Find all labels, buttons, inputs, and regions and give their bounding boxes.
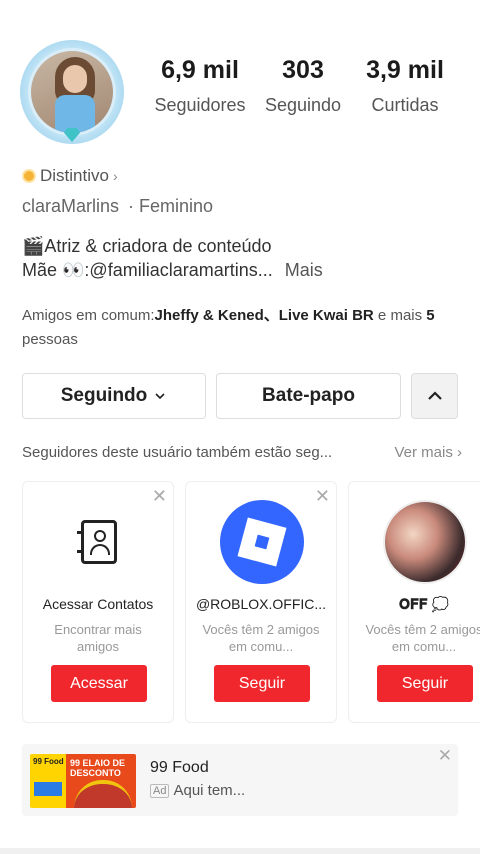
follow-button[interactable]: Seguir	[214, 665, 310, 702]
chat-button-label: Bate-papo	[262, 385, 355, 406]
chevron-right-icon: ›	[112, 168, 118, 184]
badge-icon	[22, 169, 36, 183]
card-name: 𝐎𝐅𝐅 💭	[399, 596, 449, 612]
suggestion-card-contacts: ✕ Acessar Contatos Encontrar mais amigos…	[22, 481, 174, 723]
following-button-label: Seguindo	[60, 385, 148, 406]
username-row: claraMarlins · Feminino	[22, 196, 213, 217]
ad-subtitle: Aqui tem...	[173, 782, 246, 799]
likes-label: Curtidas	[371, 95, 439, 115]
mutual-prefix: Amigos em comum:	[22, 307, 155, 324]
mutual-names: Jheffy & Kened、Live Kwai BR	[154, 307, 374, 324]
bio-line-2[interactable]: Mãe 👀:@familiaclaramartins...	[22, 260, 273, 280]
suggestions-header: Seguidores deste usuário também estão se…	[22, 444, 462, 461]
username: claraMarlins	[22, 196, 120, 216]
chat-button[interactable]: Bate-papo	[216, 373, 401, 419]
chevron-right-icon: ›	[457, 444, 462, 461]
following-count: 303	[282, 56, 324, 84]
card-name: Acessar Contatos	[42, 596, 154, 612]
mutual-count: 5	[426, 307, 435, 324]
ad-banner[interactable]: 99 Food 99 ELAIO DE DESCONTO 99 Food Ad …	[22, 744, 458, 816]
bio-more-link[interactable]: Mais	[285, 260, 323, 280]
off-avatar[interactable]	[383, 500, 467, 584]
followers-stat[interactable]: 6,9 mil Seguidores	[150, 56, 250, 116]
ad-image: 99 Food 99 ELAIO DE DESCONTO	[30, 754, 136, 808]
bottom-divider	[0, 848, 480, 854]
card-subtitle: Vocês têm 2 amigos em comu...	[365, 622, 480, 654]
roblox-avatar[interactable]	[220, 500, 304, 584]
avatar-image	[28, 48, 116, 136]
ad-subtitle-row: Ad Aqui tem...	[150, 782, 245, 799]
following-button[interactable]: Seguindo	[22, 373, 206, 419]
bio-line-1: 🎬Atriz & criadora de conteúdo	[22, 236, 272, 256]
access-contacts-button[interactable]: Acessar	[51, 665, 147, 702]
close-icon[interactable]: ✕	[152, 486, 167, 507]
likes-stat[interactable]: 3,9 mil Curtidas	[362, 56, 448, 116]
collapse-suggestions-button[interactable]	[411, 373, 458, 419]
suggestion-card-off: ✕ 𝐎𝐅𝐅 💭 Vocês têm 2 amigos em comu... Se…	[348, 481, 480, 723]
badge-label: Distintivo	[40, 166, 109, 185]
following-stat[interactable]: 303 Seguindo	[260, 56, 346, 116]
mutual-mid: e mais	[373, 307, 427, 324]
avatar-frame-gem-icon	[64, 128, 80, 142]
followers-label: Seguidores	[154, 95, 246, 115]
chevron-up-icon	[427, 391, 442, 400]
close-icon[interactable]: ✕	[315, 486, 330, 507]
chevron-down-icon	[155, 393, 165, 400]
card-name: @ROBLOX.OFFIC...	[195, 596, 327, 612]
ad-tag: Ad	[150, 783, 170, 798]
suggestion-card-roblox: ✕ @ROBLOX.OFFIC... Vocês têm 2 amigos em…	[185, 481, 337, 723]
mutual-suffix: pessoas	[22, 331, 78, 348]
followers-count: 6,9 mil	[161, 56, 239, 84]
gender: · Feminino	[128, 196, 214, 216]
contacts-book-icon	[77, 520, 117, 564]
profile-avatar[interactable]	[20, 40, 124, 144]
bio: 🎬Atriz & criadora de conteúdo Mãe 👀:@fam…	[22, 234, 323, 282]
ad-image-brand: 99 Food	[33, 757, 64, 766]
suggestions-heading: Seguidores deste usuário também estão se…	[22, 444, 333, 461]
close-icon[interactable]: ✕	[438, 746, 452, 766]
likes-count: 3,9 mil	[366, 56, 444, 84]
badge-link[interactable]: Distintivo ›	[22, 166, 118, 186]
card-subtitle: Vocês têm 2 amigos em comu...	[202, 622, 320, 654]
see-more-link[interactable]: Ver mais ›	[394, 444, 462, 461]
mutual-friends[interactable]: Amigos em comum:Jheffy & Kened、Live Kwai…	[22, 304, 462, 352]
card-subtitle: Encontrar mais amigos	[54, 622, 142, 654]
ad-title: 99 Food	[150, 759, 209, 776]
ad-image-promo: 99 ELAIO DE DESCONTO	[70, 758, 126, 778]
following-label: Seguindo	[264, 95, 342, 115]
follow-button[interactable]: Seguir	[377, 665, 473, 702]
